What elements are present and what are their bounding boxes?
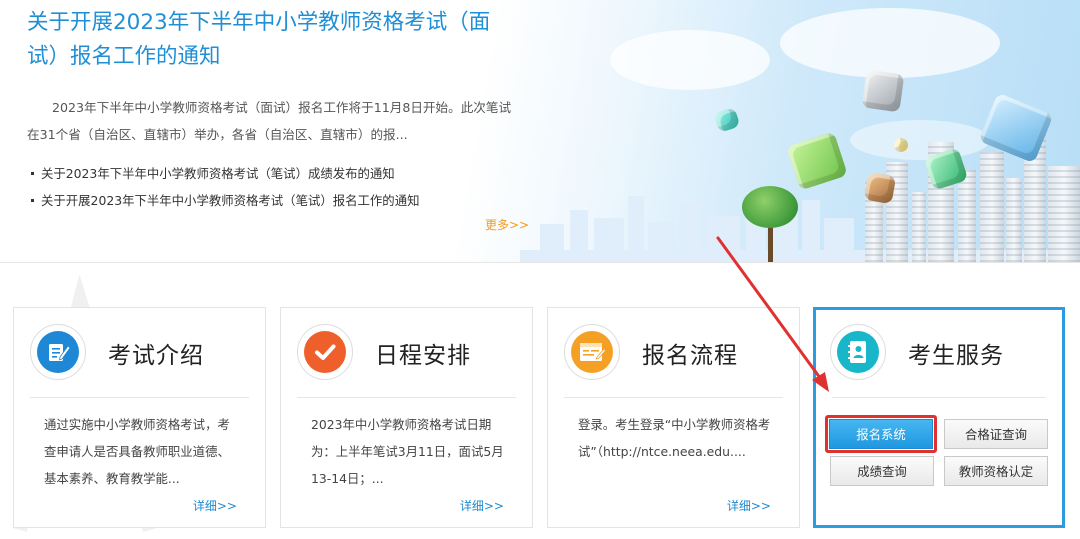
card-description: 通过实施中小学教师资格考试，考查申请人是否具备教师职业道德、基本素养、教育教学能… [44,417,230,486]
card-divider [564,397,783,398]
card-description: 2023年中小学教师资格考试日期为：上半年笔试3月11日，面试5月13-14日；… [311,417,504,486]
teacher-qualification-button[interactable]: 教师资格认定 [944,456,1048,486]
card-title[interactable]: 报名流程 [642,336,738,370]
card-divider [297,397,516,398]
card-title[interactable]: 考试介绍 [108,336,204,370]
schedule-icon-ring [297,324,353,380]
annotation-highlight-box [825,415,937,453]
card-description: 登录。考生登录“中小学教师资格考试”（http://ntce.neea.edu.… [578,417,771,459]
certificate-query-button[interactable]: 合格证查询 [944,419,1048,449]
service-icon-ring [830,324,886,380]
bullet-icon [31,199,34,202]
contact-book-icon [837,331,879,373]
bullet-icon [31,172,34,175]
card-exam-intro: 考试介绍 通过实施中小学教师资格考试，考查申请人是否具备教师职业道德、基本素养、… [13,307,266,528]
card-title[interactable]: 日程安排 [375,336,471,370]
card-registration-process: 报名流程 登录。考生登录“中小学教师资格考试”（http://ntce.neea… [547,307,800,528]
card-schedule: 日程安排 2023年中小学教师资格考试日期为：上半年笔试3月11日，面试5月13… [280,307,533,528]
news-banner: 关于开展2023年下半年中小学教师资格考试（面试）报名工作的通知 2023年下半… [0,0,1080,262]
detail-link-schedule[interactable]: 详细>> [460,497,504,514]
related-news-title[interactable]: 关于开展2023年下半年中小学教师资格考试（笔试）报名工作的通知 [41,193,419,208]
section-divider [0,262,1080,263]
score-query-button[interactable]: 成绩查询 [830,456,934,486]
detail-link-registration[interactable]: 详细>> [727,497,771,514]
news-headline-link[interactable]: 关于开展2023年下半年中小学教师资格考试（面试）报名工作的通知 [27,6,507,74]
card-divider [30,397,249,398]
exam-intro-icon-ring [30,324,86,380]
related-news-title[interactable]: 关于2023年下半年中小学教师资格考试（笔试）成绩发布的通知 [41,166,395,181]
related-news-list: 关于2023年下半年中小学教师资格考试（笔试）成绩发布的通知 关于开展2023年… [31,160,419,214]
more-news-link[interactable]: 更多>> [485,216,529,233]
card-title[interactable]: 考生服务 [908,336,1004,370]
news-summary: 2023年下半年中小学教师资格考试（面试）报名工作将于11月8日开始。此次笔试在… [27,100,512,142]
detail-link-exam-intro[interactable]: 详细>> [193,497,237,514]
related-news-item[interactable]: 关于开展2023年下半年中小学教师资格考试（笔试）报名工作的通知 [31,187,419,214]
form-icon [571,331,613,373]
check-icon [304,331,346,373]
city-scenery-illustration [520,0,1080,262]
registration-icon-ring [564,324,620,380]
related-news-item[interactable]: 关于2023年下半年中小学教师资格考试（笔试）成绩发布的通知 [31,160,419,187]
document-pen-icon [37,331,79,373]
card-divider [832,397,1046,398]
